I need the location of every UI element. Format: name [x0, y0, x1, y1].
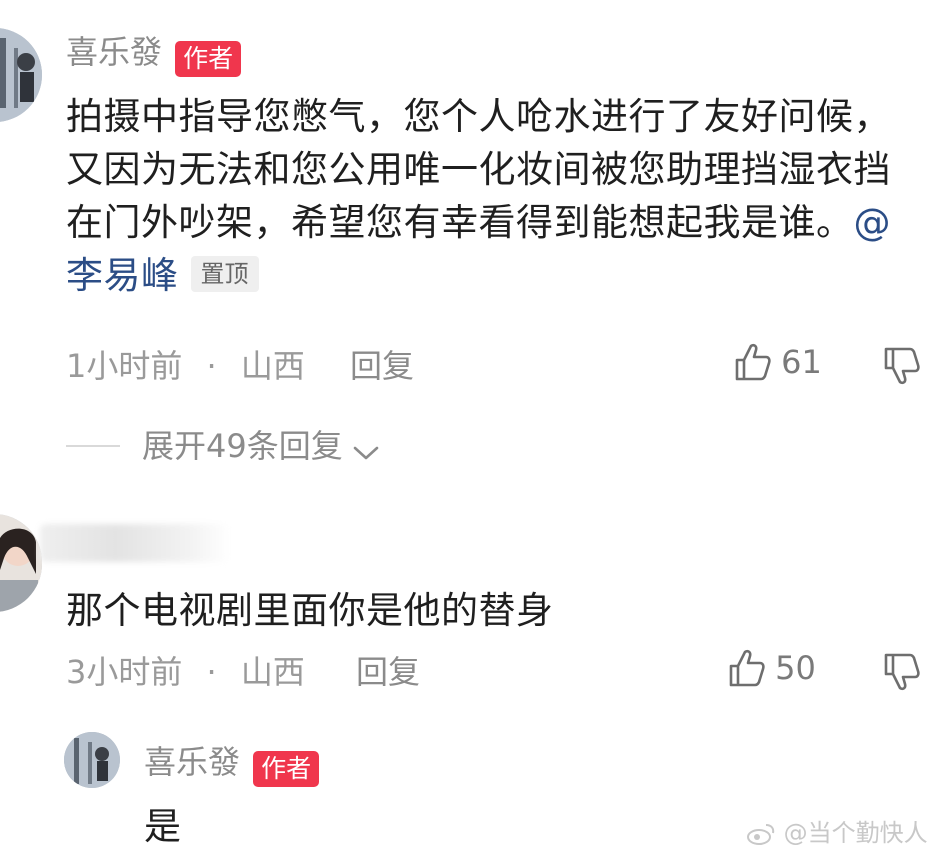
author-badge: 作者 [175, 40, 242, 77]
comment-location: 山西 [240, 347, 305, 385]
meta-separator: · [206, 347, 217, 385]
pinned-badge: 置顶 [190, 256, 259, 292]
like-button[interactable]: 50 [728, 648, 816, 694]
chevron-down-icon [353, 446, 379, 459]
like-icon [729, 649, 765, 687]
avatar-image [64, 732, 120, 788]
dislike-button[interactable] [883, 346, 921, 390]
reply-text: 是 [144, 805, 182, 848]
dislike-icon [884, 347, 920, 385]
expand-replies-button[interactable]: 展开49条回复 [142, 426, 380, 466]
watermark: @当个勤快人 [746, 818, 928, 848]
comment-body: 拍摄中指导您憋气，您个人呛水进行了友好问候，又因为无法和您公用唯一化妆间被您助理… [66, 95, 891, 244]
comment-meta: 3小时前 · 山西 [66, 652, 305, 692]
comment-text: 那个电视剧里面你是他的替身 [66, 589, 554, 632]
author-badge: 作者 [253, 750, 320, 787]
comment-time: 1小时前 [66, 347, 183, 385]
dislike-button[interactable] [883, 652, 921, 696]
watermark-text: @当个勤快人 [783, 819, 928, 847]
weibo-icon [747, 824, 775, 845]
reply-button[interactable]: 回复 [356, 652, 420, 692]
avatar-image [0, 514, 42, 612]
comment-meta: 1小时前 · 山西 [66, 346, 305, 386]
avatar[interactable] [0, 28, 42, 122]
username[interactable]: 喜乐發 [144, 743, 240, 781]
dislike-icon [884, 653, 920, 691]
meta-separator: · [206, 653, 217, 691]
like-button[interactable]: 61 [734, 342, 822, 388]
avatar[interactable] [64, 732, 120, 788]
comment-location: 山西 [240, 653, 305, 691]
expand-divider [66, 445, 120, 447]
like-icon [735, 343, 771, 381]
username-blurred[interactable] [40, 524, 230, 562]
username[interactable]: 喜乐發 [66, 33, 162, 71]
expand-replies-label: 展开49条回复 [142, 427, 343, 465]
reply-button[interactable]: 回复 [350, 346, 414, 386]
comment-time: 3小时前 [66, 653, 183, 691]
avatar-image [0, 28, 42, 122]
like-count: 50 [775, 649, 816, 687]
avatar[interactable] [0, 514, 42, 612]
like-count: 61 [781, 343, 822, 381]
comment-text: 拍摄中指导您憋气，您个人呛水进行了友好问候，又因为无法和您公用唯一化妆间被您助理… [66, 90, 916, 302]
